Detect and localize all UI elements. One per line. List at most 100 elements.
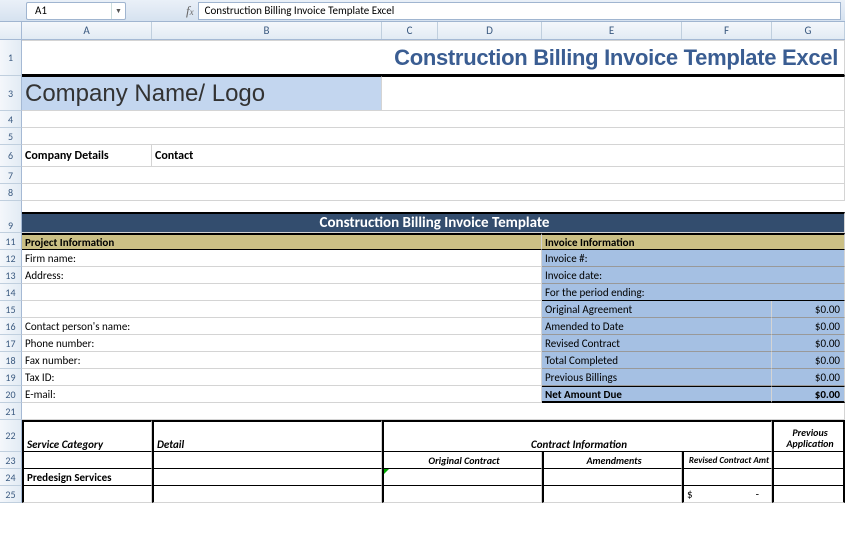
row-header-20[interactable]: 20	[0, 386, 22, 403]
cell-r21[interactable]	[22, 403, 845, 420]
amendments-header[interactable]: Amendments	[542, 452, 682, 469]
cell-r8[interactable]	[22, 184, 845, 201]
orig-agreement-label[interactable]: Original Agreement	[542, 301, 772, 318]
col-header-F[interactable]: F	[682, 22, 772, 39]
contact-label[interactable]: Contact	[152, 145, 845, 167]
cell-r23-b[interactable]	[152, 452, 382, 469]
col-header-E[interactable]: E	[542, 22, 682, 39]
row-header-17[interactable]: 17	[0, 335, 22, 352]
dollar-sign: $	[687, 488, 693, 501]
row-header-24[interactable]: 24	[0, 469, 22, 486]
col-header-G[interactable]: G	[772, 22, 845, 39]
row-header-5[interactable]: 5	[0, 128, 22, 145]
total-completed-value[interactable]: $0.00	[772, 352, 845, 369]
name-box-dropdown-icon[interactable]: ▼	[111, 3, 125, 19]
title-cell[interactable]: Construction Billing Invoice Template Ex…	[22, 40, 845, 76]
row-header-21[interactable]: 21	[0, 403, 22, 420]
invoice-date-label[interactable]: Invoice date:	[542, 267, 845, 284]
fx-icon[interactable]: fx	[186, 3, 194, 19]
prev-billings-label[interactable]: Previous Billings	[542, 369, 772, 386]
cell-r23-a[interactable]	[22, 452, 152, 469]
cell-r15-left[interactable]	[22, 301, 542, 318]
row-header-6[interactable]: 6	[0, 145, 22, 167]
cell-r24-amend[interactable]	[542, 469, 682, 486]
cell-r23-g[interactable]	[772, 452, 845, 469]
original-contract-header[interactable]: Original Contract	[382, 452, 542, 469]
name-box[interactable]: A1 ▼	[26, 2, 126, 20]
row-header-13[interactable]: 13	[0, 267, 22, 284]
company-details-label[interactable]: Company Details	[22, 145, 152, 167]
previous-app-header[interactable]: Previous Application	[772, 420, 845, 452]
contact-person-label[interactable]: Contact person's name:	[22, 318, 542, 335]
phone-label[interactable]: Phone number:	[22, 335, 542, 352]
row-header-25[interactable]: 25	[0, 486, 22, 503]
row-header-22[interactable]: 22	[0, 420, 22, 452]
invoice-number-label[interactable]: Invoice #:	[542, 250, 845, 267]
row-header-19[interactable]: 19	[0, 369, 22, 386]
row-header-11[interactable]: 11	[0, 233, 22, 250]
period-ending-label[interactable]: For the period ending:	[542, 284, 845, 301]
spreadsheet-grid[interactable]: Construction Billing Invoice Template Ex…	[22, 40, 845, 503]
tax-id-label[interactable]: Tax ID:	[22, 369, 542, 386]
email-label[interactable]: E-mail:	[22, 386, 542, 403]
company-name-logo[interactable]: Company Name/ Logo	[22, 76, 382, 111]
cell-r25-a[interactable]	[22, 486, 152, 503]
row-header-8[interactable]: 8	[0, 184, 22, 201]
row-header-3[interactable]: 3	[0, 76, 22, 111]
address-label[interactable]: Address:	[22, 267, 542, 284]
revised-contract-label[interactable]: Revised Contract	[542, 335, 772, 352]
revised-contract-amt-header[interactable]: Revised Contract Amt	[682, 452, 772, 469]
row-header-23[interactable]: 23	[0, 452, 22, 469]
section-bar[interactable]: Construction Billing Invoice Template	[22, 212, 845, 233]
row-header-4[interactable]: 4	[0, 111, 22, 128]
net-amount-label[interactable]: Net Amount Due	[542, 386, 772, 403]
predesign-services[interactable]: Predesign Services	[22, 469, 152, 486]
total-completed-label[interactable]: Total Completed	[542, 352, 772, 369]
cell-r25-prev[interactable]	[772, 486, 845, 503]
cell-r24-b[interactable]	[152, 469, 382, 486]
formula-bar-area: A1 ▼ fx Construction Billing Invoice Tem…	[0, 0, 845, 22]
cell-r25-revised[interactable]: $ -	[682, 486, 772, 503]
formula-bar[interactable]: Construction Billing Invoice Template Ex…	[198, 2, 841, 20]
contract-info-header[interactable]: Contract Information	[382, 420, 772, 452]
cell-r24-prev[interactable]	[772, 469, 845, 486]
col-header-B[interactable]: B	[152, 22, 382, 39]
select-all-corner[interactable]	[0, 22, 22, 39]
invoice-info-header[interactable]: Invoice Information	[542, 233, 845, 250]
cell-r25-orig[interactable]	[382, 486, 542, 503]
detail-header[interactable]: Detail	[152, 420, 382, 452]
col-header-A[interactable]: A	[22, 22, 152, 39]
firm-name-label[interactable]: Firm name:	[22, 250, 542, 267]
row-header-16[interactable]: 16	[0, 318, 22, 335]
dash-value: -	[756, 488, 759, 501]
cell-r14-left[interactable]	[22, 284, 542, 301]
formula-bar-value: Construction Billing Invoice Template Ex…	[205, 4, 395, 17]
amended-date-label[interactable]: Amended to Date	[542, 318, 772, 335]
col-header-C[interactable]: C	[382, 22, 438, 39]
row-header-14[interactable]: 14	[0, 284, 22, 301]
cell-r5[interactable]	[22, 128, 845, 145]
project-info-header[interactable]: Project Information	[22, 233, 542, 250]
net-amount-value[interactable]: $0.00	[772, 386, 845, 403]
row-header-18[interactable]: 18	[0, 352, 22, 369]
fax-label[interactable]: Fax number:	[22, 352, 542, 369]
cell-r25-amend[interactable]	[542, 486, 682, 503]
column-headers: A B C D E F G	[0, 22, 845, 40]
row-header-7[interactable]: 7	[0, 167, 22, 184]
cell-r25-b[interactable]	[152, 486, 382, 503]
orig-agreement-value[interactable]: $0.00	[772, 301, 845, 318]
prev-billings-value[interactable]: $0.00	[772, 369, 845, 386]
cell-r7[interactable]	[22, 167, 845, 184]
cell-r24-revised[interactable]	[682, 469, 772, 486]
cell-r3[interactable]	[382, 76, 845, 111]
cell-r24-orig[interactable]	[382, 469, 542, 486]
revised-contract-value[interactable]: $0.00	[772, 335, 845, 352]
col-header-D[interactable]: D	[438, 22, 542, 39]
row-header-9[interactable]: 9	[0, 201, 22, 233]
service-category-header[interactable]: Service Category	[22, 420, 152, 452]
row-header-1[interactable]: 1	[0, 40, 22, 76]
cell-r4[interactable]	[22, 111, 845, 128]
row-header-12[interactable]: 12	[0, 250, 22, 267]
row-header-15[interactable]: 15	[0, 301, 22, 318]
amended-date-value[interactable]: $0.00	[772, 318, 845, 335]
